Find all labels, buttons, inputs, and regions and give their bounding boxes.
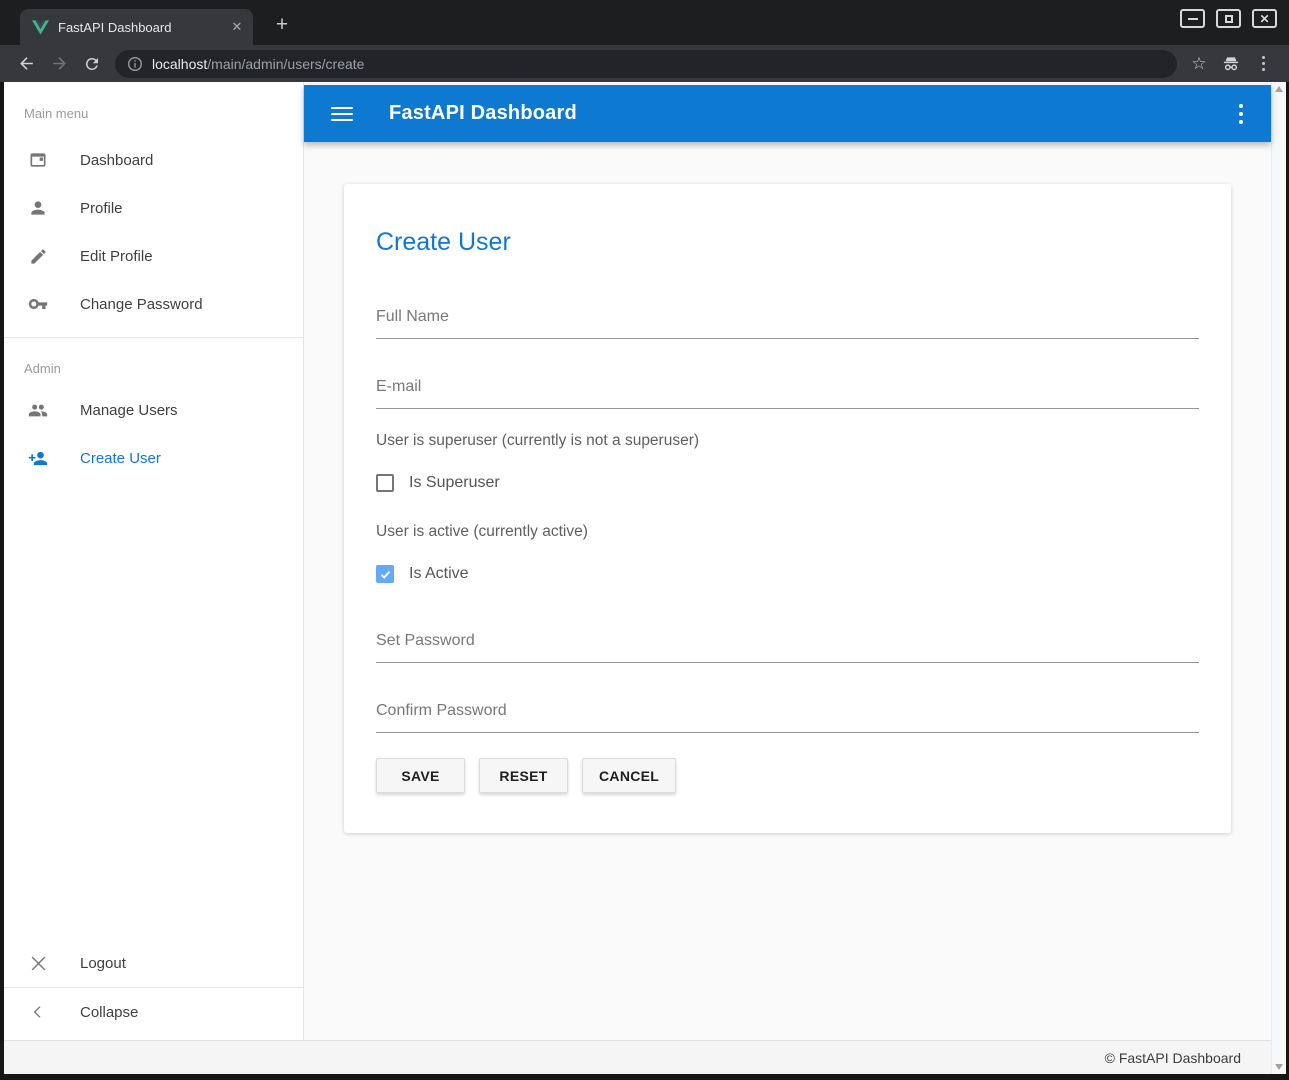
logout-x-icon: [28, 953, 48, 973]
sidebar-item-logout[interactable]: Logout: [4, 939, 303, 987]
close-button[interactable]: ✕: [1252, 9, 1277, 28]
scroll-down-arrow-icon[interactable]: [1275, 1064, 1283, 1070]
browser-window: FastAPI Dashboard ✕ + ✕ localhost/main/a…: [0, 0, 1289, 1080]
is-superuser-row: Is Superuser: [376, 474, 1199, 492]
reset-button[interactable]: RESET: [479, 758, 568, 793]
confirm-password-input[interactable]: [376, 701, 1199, 732]
set-password-input[interactable]: [376, 631, 1199, 662]
close-icon: ✕: [1259, 13, 1269, 25]
form-actions: SAVE RESET CANCEL: [376, 758, 1199, 793]
dashboard-icon: [28, 150, 48, 170]
tab-title: FastAPI Dashboard: [58, 20, 218, 35]
is-active-row: Is Active: [376, 565, 1199, 583]
email-input[interactable]: [376, 377, 1199, 408]
sidebar-section-header-main-menu: Main menu: [4, 82, 303, 123]
page-footer: © FastAPI Dashboard: [4, 1040, 1271, 1074]
sidebar-item-label: Collapse: [80, 1004, 138, 1021]
reload-icon: [83, 55, 101, 73]
is-superuser-checkbox[interactable]: [376, 474, 394, 492]
cancel-button[interactable]: CANCEL: [582, 758, 676, 793]
is-active-checkbox[interactable]: [376, 565, 394, 583]
is-superuser-label: Is Superuser: [409, 474, 500, 492]
checkmark-icon: [379, 568, 392, 581]
url-host: localhost: [152, 56, 207, 72]
minimize-button[interactable]: [1180, 9, 1205, 28]
page-title: Create User: [376, 228, 1199, 257]
maximize-button[interactable]: [1216, 9, 1241, 28]
sidebar: Main menu Dashboard: [4, 82, 304, 1040]
email-field: [376, 377, 1199, 409]
sidebar-item-edit-profile[interactable]: Edit Profile: [4, 232, 303, 280]
toolbar-right: ☆: [1185, 50, 1277, 78]
appbar-title: FastAPI Dashboard: [389, 102, 577, 125]
copyright-text: © FastAPI Dashboard: [1105, 1050, 1241, 1066]
sidebar-item-label: Profile: [80, 200, 123, 217]
minimize-icon: [1188, 18, 1198, 20]
chevron-left-icon: [28, 1002, 48, 1022]
kebab-menu-icon: [1262, 56, 1265, 71]
sidebar-item-profile[interactable]: Profile: [4, 184, 303, 232]
forward-button[interactable]: [45, 50, 73, 78]
app-bar: FastAPI Dashboard: [304, 85, 1271, 142]
group-icon: [28, 400, 48, 420]
sidebar-item-create-user[interactable]: Create User: [4, 434, 303, 482]
sidebar-item-label: Change Password: [80, 296, 203, 313]
page-info-icon[interactable]: [127, 56, 143, 72]
create-user-card: Create User User is superuser (currently…: [344, 184, 1231, 833]
full-name-input[interactable]: [376, 307, 1199, 338]
page-content: Create User User is superuser (currently…: [304, 142, 1271, 1040]
sidebar-item-dashboard[interactable]: Dashboard: [4, 136, 303, 184]
back-button[interactable]: [12, 50, 40, 78]
pencil-icon: [28, 246, 48, 266]
browser-menu-button[interactable]: [1249, 50, 1277, 78]
appbar-menu-button[interactable]: [1231, 100, 1251, 128]
app-viewport: Main menu Dashboard: [0, 82, 1289, 1080]
sidebar-item-collapse[interactable]: Collapse: [4, 988, 303, 1036]
sidebar-item-label: Edit Profile: [80, 248, 153, 265]
tab-close-icon[interactable]: ✕: [227, 17, 247, 37]
sidebar-item-label: Dashboard: [80, 152, 153, 169]
hamburger-menu-button[interactable]: [331, 107, 353, 121]
url-bar[interactable]: localhost/main/admin/users/create: [115, 50, 1177, 78]
sidebar-item-label: Logout: [80, 955, 126, 972]
back-icon: [17, 54, 36, 73]
person-add-icon: [28, 448, 48, 468]
is-active-label: Is Active: [409, 565, 469, 583]
sidebar-item-manage-users[interactable]: Manage Users: [4, 386, 303, 434]
sidebar-item-label: Manage Users: [80, 402, 178, 419]
person-icon: [28, 198, 48, 218]
new-tab-button[interactable]: +: [269, 13, 295, 37]
browser-tab[interactable]: FastAPI Dashboard ✕: [20, 9, 253, 45]
reload-button[interactable]: [78, 50, 106, 78]
main-area: FastAPI Dashboard Create User: [304, 82, 1271, 1040]
url-text: localhost/main/admin/users/create: [152, 56, 364, 72]
incognito-badge[interactable]: [1217, 50, 1245, 78]
maximize-icon: [1225, 15, 1233, 23]
confirm-password-field: [376, 701, 1199, 733]
sidebar-item-change-password[interactable]: Change Password: [4, 280, 303, 328]
tab-strip: FastAPI Dashboard ✕ + ✕: [0, 0, 1289, 45]
full-name-field: [376, 307, 1199, 339]
window-controls: ✕: [1180, 9, 1277, 28]
save-button[interactable]: SAVE: [376, 758, 465, 793]
vue-logo-icon: [32, 20, 49, 35]
forward-icon: [50, 54, 69, 73]
superuser-note: User is superuser (currently is not a su…: [376, 431, 1199, 450]
scroll-up-arrow-icon[interactable]: [1275, 86, 1283, 92]
browser-toolbar: localhost/main/admin/users/create ☆: [0, 45, 1289, 82]
sidebar-item-label: Create User: [80, 450, 161, 467]
bookmark-button[interactable]: ☆: [1185, 50, 1213, 78]
url-path: /main/admin/users/create: [207, 56, 364, 72]
sidebar-section-header-admin: Admin: [4, 338, 303, 378]
star-icon: ☆: [1191, 54, 1206, 74]
vertical-scrollbar[interactable]: [1271, 82, 1286, 1074]
set-password-field: [376, 631, 1199, 663]
key-icon: [28, 294, 48, 314]
active-note: User is active (currently active): [376, 522, 1199, 541]
incognito-icon: [1221, 54, 1241, 74]
